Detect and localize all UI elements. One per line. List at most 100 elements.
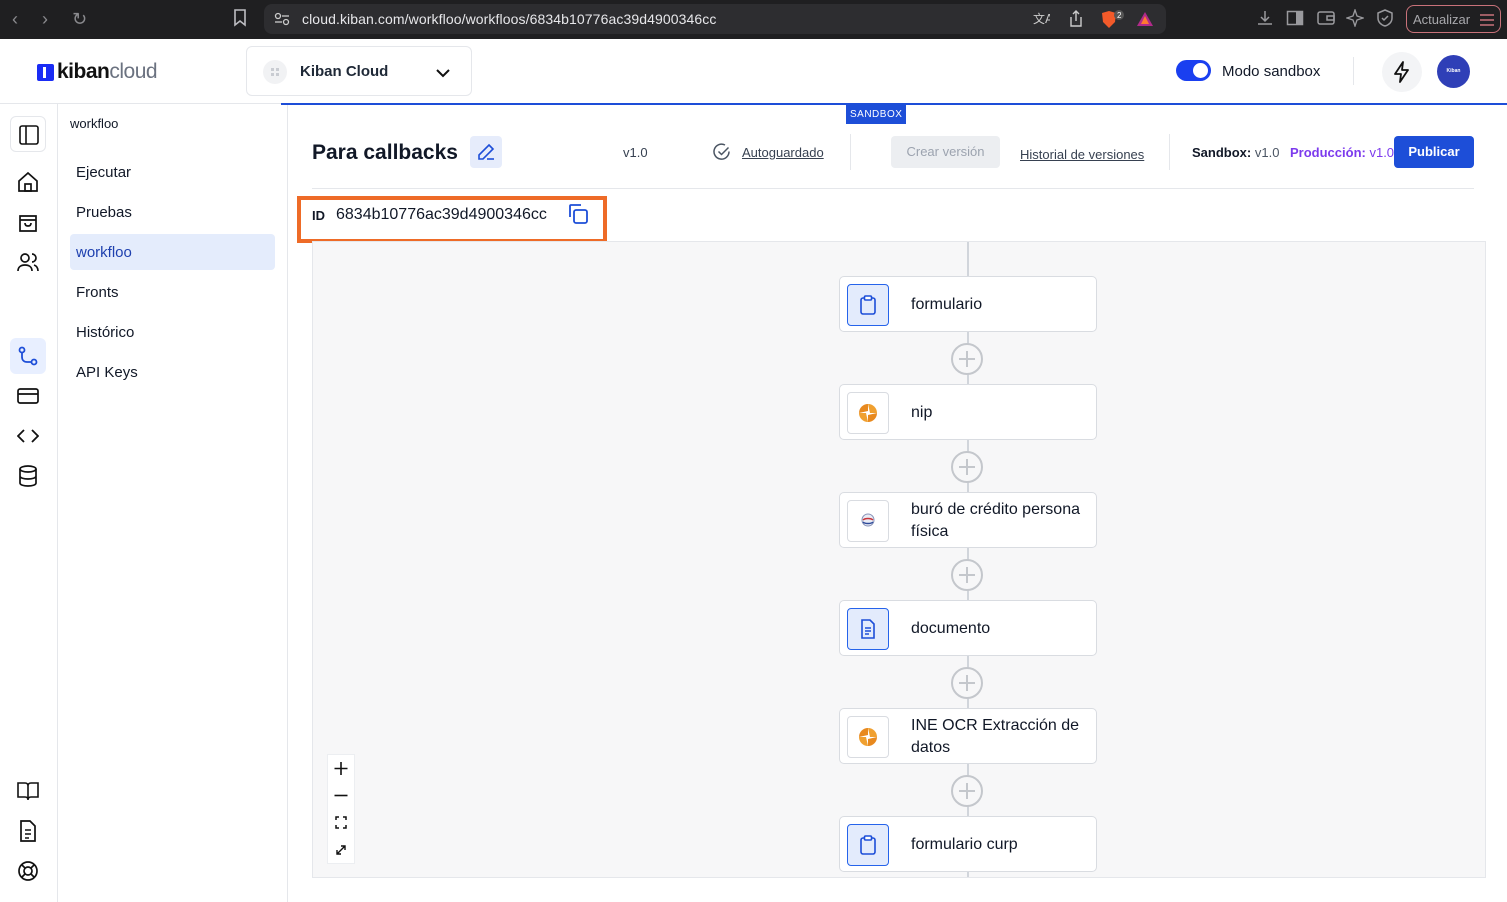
workflow-icon [18, 346, 38, 366]
production-version-label: Producción: [1290, 145, 1366, 160]
user-avatar[interactable]: Kiban [1437, 55, 1470, 88]
rail-users[interactable] [10, 244, 46, 280]
add-step-button[interactable] [951, 559, 983, 591]
node-label: nip [911, 404, 933, 421]
back-icon[interactable]: ‹ [12, 9, 18, 29]
production-version-value: v1.0 [1369, 145, 1395, 160]
node-label: INE OCR Extracción de datos [911, 717, 1080, 756]
hamburger-menu-icon [1479, 13, 1495, 30]
quick-actions-button[interactable] [1382, 52, 1422, 92]
version-history-link[interactable]: Historial de versiones [1020, 147, 1144, 162]
workflow-canvas[interactable]: formulario nip buró de crédito persona f… [312, 241, 1486, 878]
zoom-out-button[interactable] [328, 782, 354, 809]
svg-text:2: 2 [1117, 11, 1122, 20]
brave-rewards-icon[interactable] [1136, 10, 1154, 33]
sandbox-version: Sandbox: v1.0 [1192, 145, 1279, 160]
add-step-button[interactable] [951, 451, 983, 483]
add-step-button[interactable] [951, 343, 983, 375]
pencil-icon [478, 143, 495, 160]
subnav-title: workfloo [70, 116, 119, 131]
expand-icon [336, 845, 346, 855]
rail-home[interactable] [10, 164, 46, 200]
workflow-node[interactable]: formulario [839, 276, 1097, 332]
lifebuoy-icon [18, 861, 38, 881]
address-bar[interactable]: cloud.kiban.com/workfloo/workfloos/6834b… [264, 4, 1166, 34]
rail-shop[interactable] [10, 204, 46, 240]
node-label: formulario [911, 296, 983, 313]
chevron-down-icon [435, 65, 451, 83]
translate-icon[interactable]: 文A [1032, 10, 1054, 33]
create-version-button[interactable]: Crear versión [891, 136, 1000, 168]
site-settings-icon[interactable] [274, 12, 290, 31]
subnav-item-api-keys[interactable]: API Keys [70, 354, 275, 390]
sandbox-version-value: v1.0 [1254, 145, 1280, 160]
rail-support[interactable] [10, 853, 46, 889]
lightning-bolt-icon [1394, 61, 1409, 83]
copy-icon[interactable] [566, 202, 590, 231]
workflow-node[interactable]: buró de crédito persona física [839, 492, 1097, 548]
home-icon [18, 171, 38, 192]
check-circle-icon [713, 143, 731, 166]
url-text: cloud.kiban.com/workfloo/workfloos/6834b… [302, 11, 717, 27]
bookmark-icon[interactable] [233, 9, 247, 32]
workfloo-subnav: workfloo Ejecutar Pruebas workfloo Front… [58, 104, 288, 902]
subnav-item-pruebas[interactable]: Pruebas [70, 194, 275, 230]
edit-title-button[interactable] [470, 136, 502, 168]
sidebar-panel-icon [19, 125, 39, 145]
workflow-node[interactable]: documento [839, 600, 1097, 656]
document-icon [847, 608, 889, 650]
sandbox-tag: SANDBOX [846, 105, 907, 124]
autosave-link[interactable]: Autoguardado [742, 145, 824, 160]
collapse-sidebar-button[interactable] [10, 116, 46, 152]
rail-workflows[interactable] [10, 338, 46, 374]
workflow-id-label: ID [312, 208, 325, 223]
sandbox-version-label: Sandbox: [1192, 145, 1252, 160]
subnav-item-workfloo[interactable]: workfloo [70, 234, 275, 270]
book-open-icon [17, 782, 39, 801]
browser-toolbar: ‹ › ↻ cloud.kiban.com/workfloo/workfloos… [0, 0, 1507, 39]
forward-icon[interactable]: › [42, 9, 48, 29]
clipboard-icon [847, 284, 889, 326]
vpn-shield-icon[interactable] [1376, 9, 1394, 32]
leo-ai-icon[interactable] [1344, 7, 1366, 32]
code-icon [17, 429, 39, 443]
sidebar-toggle-icon[interactable] [1286, 9, 1304, 32]
fullscreen-button[interactable] [328, 836, 354, 863]
logo-bold-text: kiban [57, 60, 110, 83]
rail-billing[interactable] [10, 378, 46, 414]
add-step-button[interactable] [951, 667, 983, 699]
share-icon[interactable] [1068, 10, 1084, 33]
node-label: formulario curp [911, 836, 1018, 853]
subnav-item-fronts[interactable]: Fronts [70, 274, 275, 310]
users-icon [17, 253, 39, 272]
zoom-controls [327, 754, 355, 864]
subnav-item-historico[interactable]: Histórico [70, 314, 275, 350]
fit-view-button[interactable] [328, 809, 354, 836]
add-step-button[interactable] [951, 775, 983, 807]
rail-reports[interactable] [10, 813, 46, 849]
publish-button[interactable]: Publicar [1394, 136, 1474, 168]
wallet-icon[interactable] [1316, 9, 1336, 32]
sandbox-mode-toggle[interactable] [1176, 60, 1211, 81]
download-icon[interactable] [1256, 9, 1274, 32]
workflow-node[interactable]: formulario curp [839, 816, 1097, 872]
workflow-node[interactable]: INE OCR Extracción de datos [839, 708, 1097, 764]
brave-shield-icon[interactable]: 2 [1100, 10, 1124, 35]
toolbar-divider [1169, 134, 1170, 170]
zoom-in-button[interactable] [328, 755, 354, 782]
kiban-cloud-logo[interactable]: kiban cloud [37, 60, 158, 84]
rail-code[interactable] [10, 418, 46, 454]
update-button[interactable]: Actualizar [1406, 5, 1501, 33]
clipboard-icon [847, 824, 889, 866]
toolbar-divider [850, 134, 851, 170]
header-divider [1353, 57, 1354, 85]
rail-docs[interactable] [10, 773, 46, 809]
credit-card-icon [17, 388, 39, 404]
reload-icon[interactable]: ↻ [72, 9, 87, 29]
shopping-bag-icon [19, 215, 37, 232]
rail-database[interactable] [10, 458, 46, 494]
organization-select[interactable]: Kiban Cloud [246, 46, 472, 96]
workflow-node[interactable]: nip [839, 384, 1097, 440]
header-separator [312, 188, 1474, 189]
subnav-item-ejecutar[interactable]: Ejecutar [70, 154, 275, 190]
